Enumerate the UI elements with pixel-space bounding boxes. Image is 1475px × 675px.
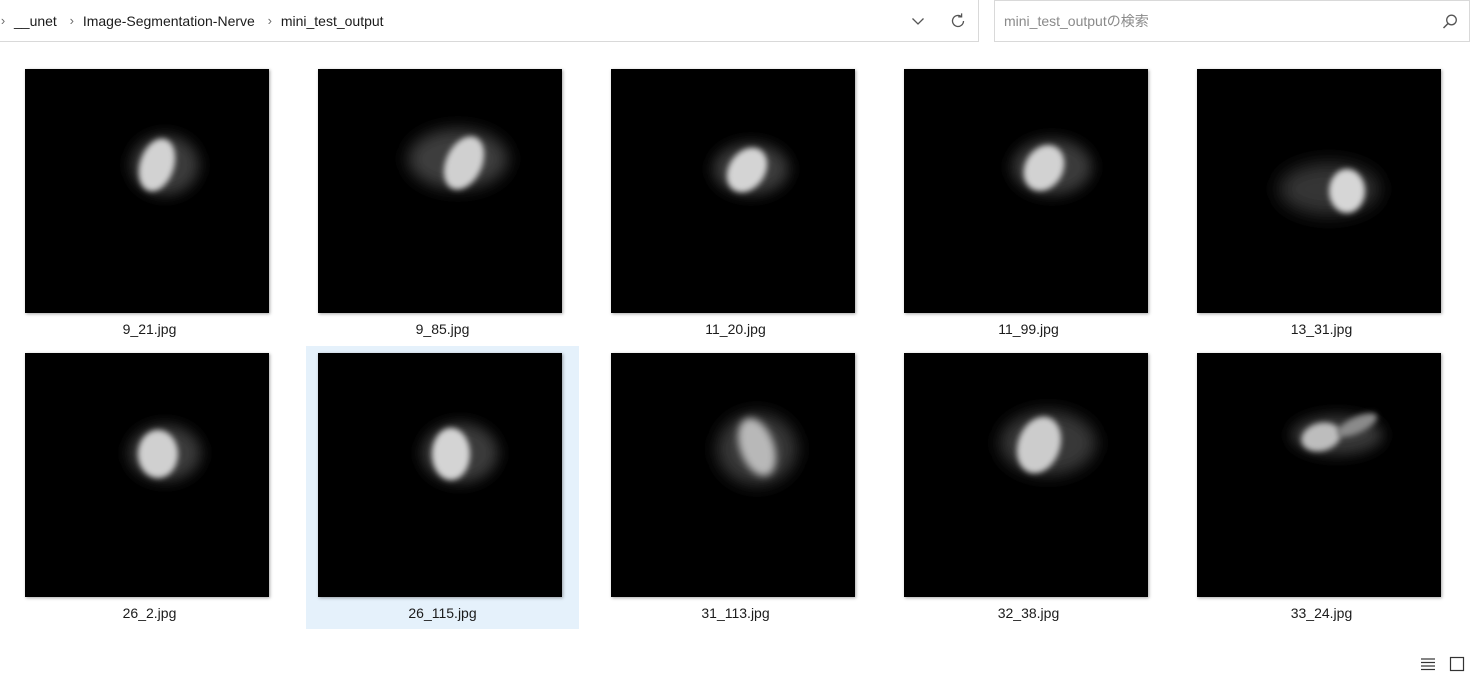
file-item[interactable]: 9_21.jpg bbox=[13, 62, 286, 345]
search-box[interactable] bbox=[994, 0, 1470, 42]
chevron-right-icon[interactable]: › bbox=[0, 0, 10, 42]
file-name: 9_85.jpg bbox=[415, 321, 470, 337]
file-name: 26_2.jpg bbox=[122, 605, 177, 621]
file-item[interactable]: 13_31.jpg bbox=[1185, 62, 1458, 345]
file-name: 11_99.jpg bbox=[998, 321, 1059, 337]
breadcrumb-item-image-segmentation-nerve[interactable]: Image-Segmentation-Nerve bbox=[79, 0, 263, 42]
file-item[interactable]: 9_85.jpg bbox=[306, 62, 579, 345]
file-thumbnail bbox=[904, 69, 1148, 313]
file-thumbnail bbox=[1197, 69, 1441, 313]
file-item[interactable]: 11_20.jpg bbox=[599, 62, 872, 345]
file-item[interactable]: 26_115.jpg bbox=[306, 346, 579, 629]
file-item[interactable]: 33_24.jpg bbox=[1185, 346, 1458, 629]
file-name: 31_113.jpg bbox=[701, 605, 770, 621]
file-thumbnail bbox=[1197, 353, 1441, 597]
file-thumbnail bbox=[318, 69, 562, 313]
details-view-icon[interactable] bbox=[1420, 656, 1436, 672]
file-name: 11_20.jpg bbox=[705, 321, 766, 337]
large-icons-view-icon[interactable] bbox=[1449, 656, 1465, 672]
file-name: 13_31.jpg bbox=[1290, 321, 1353, 337]
file-name: 9_21.jpg bbox=[122, 321, 177, 337]
file-thumbnail bbox=[25, 69, 269, 313]
breadcrumb-item-mini-test-output[interactable]: mini_test_output bbox=[277, 0, 392, 42]
file-grid: 9_21.jpg 9_85.jpg 11_20.jpg 11_99.jpg 13… bbox=[0, 43, 1475, 643]
chevron-down-icon bbox=[912, 18, 924, 25]
top-bar: › __unet › Image-Segmentation-Nerve › mi… bbox=[0, 0, 1475, 43]
address-history-dropdown-button[interactable] bbox=[898, 0, 938, 42]
refresh-icon bbox=[951, 13, 965, 28]
search-input[interactable] bbox=[995, 0, 1426, 42]
file-thumbnail bbox=[25, 353, 269, 597]
refresh-button[interactable] bbox=[938, 0, 978, 42]
file-thumbnail bbox=[611, 69, 855, 313]
file-thumbnail bbox=[611, 353, 855, 597]
file-item[interactable]: 31_113.jpg bbox=[599, 346, 872, 629]
view-toggle-bar bbox=[1415, 653, 1475, 675]
file-item[interactable]: 32_38.jpg bbox=[892, 346, 1165, 629]
file-item[interactable]: 11_99.jpg bbox=[892, 62, 1165, 345]
file-name: 32_38.jpg bbox=[997, 605, 1060, 621]
address-bar-controls bbox=[898, 0, 978, 42]
breadcrumb-item-unet[interactable]: __unet bbox=[10, 0, 65, 42]
chevron-right-icon[interactable]: › bbox=[65, 0, 79, 42]
file-item[interactable]: 26_2.jpg bbox=[13, 346, 286, 629]
file-thumbnail bbox=[904, 353, 1148, 597]
chevron-right-icon[interactable]: › bbox=[263, 0, 277, 42]
search-icon[interactable] bbox=[1441, 13, 1459, 31]
address-bar[interactable]: › __unet › Image-Segmentation-Nerve › mi… bbox=[0, 0, 979, 42]
file-thumbnail bbox=[318, 353, 562, 597]
file-name: 26_115.jpg bbox=[408, 605, 477, 621]
file-name: 33_24.jpg bbox=[1290, 605, 1353, 621]
